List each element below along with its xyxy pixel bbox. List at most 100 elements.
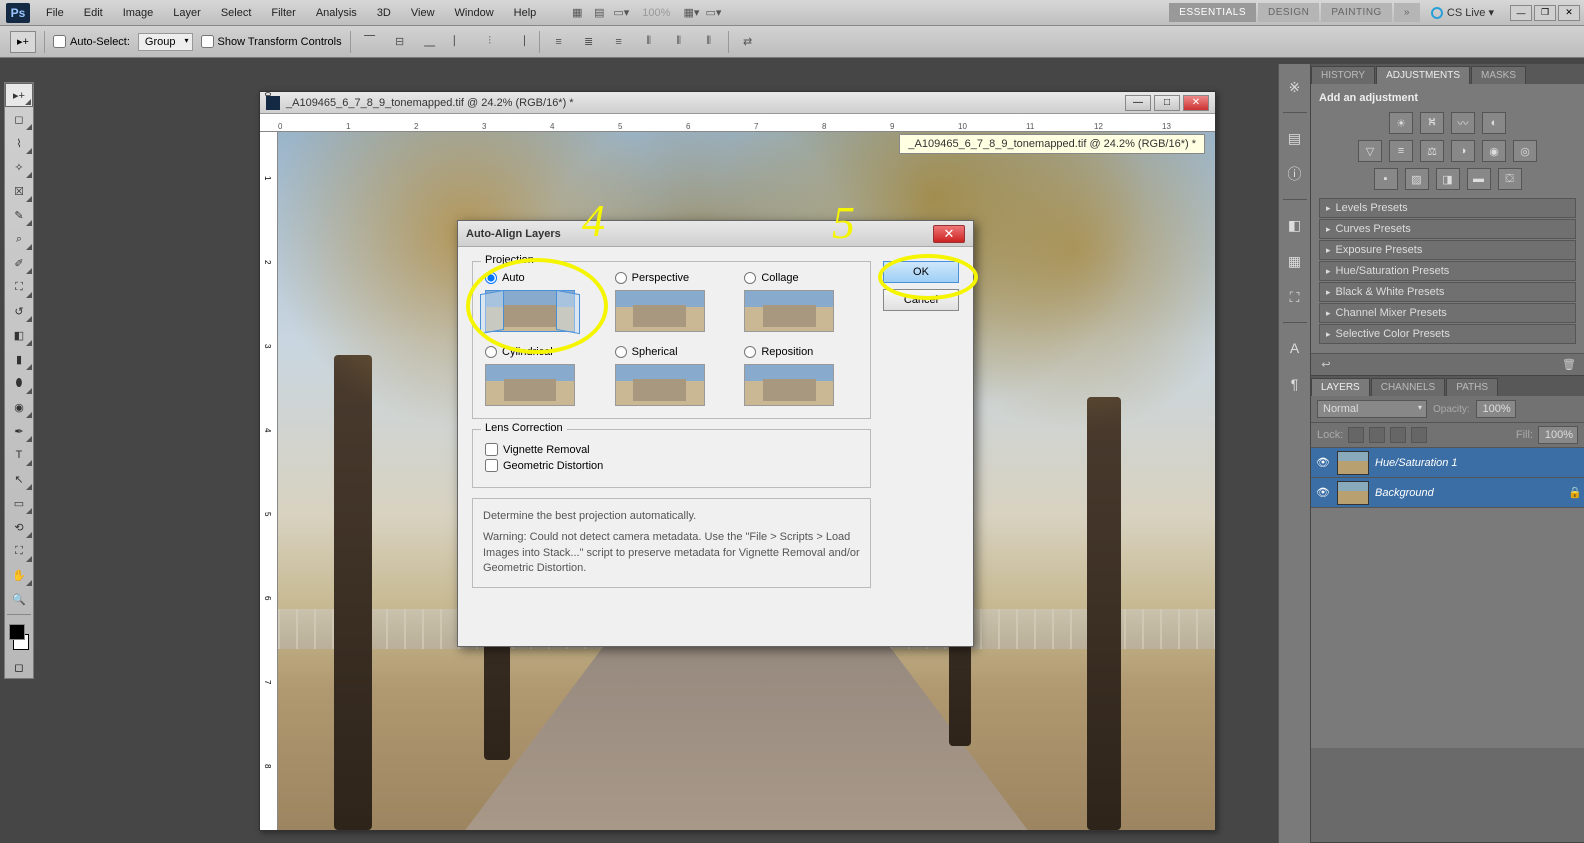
levels-icon[interactable]: ⛕: [1420, 112, 1444, 134]
launch-minibridge-icon[interactable]: ▤: [588, 3, 610, 23]
projection-collage-option[interactable]: Collage: [744, 272, 858, 332]
lock-pixels-icon[interactable]: [1369, 427, 1385, 443]
healing-brush-tool[interactable]: ⌕: [5, 227, 33, 251]
vibrance-icon[interactable]: ▽: [1358, 140, 1382, 162]
cs-live-button[interactable]: CS Live ▾: [1421, 6, 1504, 19]
distribute-vcenter-icon[interactable]: ≣: [578, 32, 600, 52]
vignette-removal-checkbox[interactable]: Vignette Removal: [485, 443, 858, 456]
tab-history[interactable]: HISTORY: [1311, 66, 1375, 84]
screen-mode-icon[interactable]: ▭▾: [702, 3, 724, 23]
visibility-icon[interactable]: 👁: [1315, 456, 1331, 469]
hue-saturation-icon[interactable]: ≡: [1389, 140, 1413, 162]
visibility-icon[interactable]: 👁: [1315, 486, 1331, 499]
workspace-more[interactable]: »: [1394, 3, 1420, 22]
fill-input[interactable]: 100%: [1538, 426, 1578, 444]
show-transform-checkbox[interactable]: Show Transform Controls: [201, 35, 342, 48]
3d-rotate-tool[interactable]: ⟲: [5, 515, 33, 539]
tab-paths[interactable]: PATHS: [1446, 378, 1498, 396]
menu-3d[interactable]: 3D: [367, 3, 401, 23]
projection-perspective-option[interactable]: Perspective: [615, 272, 729, 332]
tab-layers[interactable]: LAYERS: [1311, 378, 1370, 396]
dodge-tool[interactable]: ◉: [5, 395, 33, 419]
preset-black-&-white-presets[interactable]: Black & White Presets: [1319, 282, 1576, 302]
brush-tool[interactable]: ✐: [5, 251, 33, 275]
distribute-right-icon[interactable]: ⦀: [698, 32, 720, 52]
marquee-tool[interactable]: ◻: [5, 107, 33, 131]
photo-filter-icon[interactable]: ◉: [1482, 140, 1506, 162]
lock-transparency-icon[interactable]: [1348, 427, 1364, 443]
doc-minimize-icon[interactable]: —: [1125, 95, 1151, 111]
launch-bridge-icon[interactable]: ▦: [566, 3, 588, 23]
brightness-contrast-icon[interactable]: ☀: [1389, 112, 1413, 134]
paragraph-panel-icon[interactable]: ¶: [1284, 373, 1306, 395]
preset-selective-color-presets[interactable]: Selective Color Presets: [1319, 324, 1576, 344]
layer-row[interactable]: 👁Background🔒: [1311, 478, 1584, 508]
quick-mask-toggle[interactable]: ◻: [5, 656, 33, 678]
projection-reposition-option[interactable]: Reposition: [744, 346, 858, 406]
gradient-tool[interactable]: ▮: [5, 347, 33, 371]
auto-align-icon[interactable]: ⇄: [737, 32, 759, 52]
zoom-level[interactable]: 100%: [642, 7, 670, 19]
projection-cylindrical-option[interactable]: Cylindrical: [485, 346, 599, 406]
dialog-close-icon[interactable]: ✕: [933, 225, 965, 243]
type-tool[interactable]: T: [5, 443, 33, 467]
tab-channels[interactable]: CHANNELS: [1371, 378, 1445, 396]
zoom-tool[interactable]: 🔍: [5, 587, 33, 611]
distribute-hcenter-icon[interactable]: ⦀: [668, 32, 690, 52]
posterize-icon[interactable]: ▨: [1405, 168, 1429, 190]
window-restore-icon[interactable]: ❐: [1534, 5, 1556, 21]
menu-layer[interactable]: Layer: [163, 3, 211, 23]
eraser-tool[interactable]: ◧: [5, 323, 33, 347]
menu-window[interactable]: Window: [445, 3, 504, 23]
distribute-top-icon[interactable]: ≡: [548, 32, 570, 52]
arrange-documents-icon[interactable]: ▦▾: [680, 3, 702, 23]
document-titlebar[interactable]: _A109465_6_7_8_9_tonemapped.tif @ 24.2% …: [260, 92, 1215, 114]
align-vcenter-icon[interactable]: ⊟: [389, 32, 411, 52]
swatches-panel-icon[interactable]: ▦: [1284, 250, 1306, 272]
clone-stamp-tool[interactable]: ⛶: [5, 275, 33, 299]
gradient-map-icon[interactable]: ▬: [1467, 168, 1491, 190]
minibridge-panel-icon[interactable]: ※: [1284, 76, 1306, 98]
crop-tool[interactable]: ☒: [5, 179, 33, 203]
menu-image[interactable]: Image: [113, 3, 164, 23]
vertical-ruler[interactable]: 012345678: [260, 132, 278, 830]
selective-color-icon[interactable]: ⛋: [1498, 168, 1522, 190]
align-left-icon[interactable]: ⎸: [449, 32, 471, 52]
menu-file[interactable]: File: [36, 3, 74, 23]
menu-select[interactable]: Select: [211, 3, 262, 23]
menu-analysis[interactable]: Analysis: [306, 3, 367, 23]
lock-position-icon[interactable]: [1390, 427, 1406, 443]
adjustments-trash-icon[interactable]: 🗑: [1560, 357, 1578, 373]
info-panel-icon[interactable]: ⓘ: [1284, 163, 1306, 185]
eyedropper-tool[interactable]: ✎: [5, 203, 33, 227]
align-right-icon[interactable]: ⎹: [509, 32, 531, 52]
pen-tool[interactable]: ✒: [5, 419, 33, 443]
window-close-icon[interactable]: ✕: [1558, 5, 1580, 21]
preset-hue/saturation-presets[interactable]: Hue/Saturation Presets: [1319, 261, 1576, 281]
auto-select-target-dropdown[interactable]: Group: [138, 33, 193, 51]
color-swatches[interactable]: [7, 622, 31, 652]
menu-edit[interactable]: Edit: [74, 3, 113, 23]
menu-filter[interactable]: Filter: [261, 3, 305, 23]
projection-auto-option[interactable]: Auto: [485, 272, 599, 332]
color-panel-icon[interactable]: ◧: [1284, 214, 1306, 236]
exposure-icon[interactable]: ◐: [1482, 112, 1506, 134]
preset-curves-presets[interactable]: Curves Presets: [1319, 219, 1576, 239]
projection-spherical-option[interactable]: Spherical: [615, 346, 729, 406]
align-top-icon[interactable]: ⎺: [359, 32, 381, 52]
doc-close-icon[interactable]: ✕: [1183, 95, 1209, 111]
lock-all-icon[interactable]: [1411, 427, 1427, 443]
window-minimize-icon[interactable]: —: [1510, 5, 1532, 21]
hand-tool[interactable]: ✋: [5, 563, 33, 587]
channel-mixer-icon[interactable]: ◎: [1513, 140, 1537, 162]
history-brush-tool[interactable]: ↺: [5, 299, 33, 323]
layer-row[interactable]: 👁Hue/Saturation 1: [1311, 448, 1584, 478]
view-extras-icon[interactable]: ▭▾: [610, 3, 632, 23]
geometric-distortion-checkbox[interactable]: Geometric Distortion: [485, 459, 858, 472]
tool-preset-picker[interactable]: ▸+: [10, 31, 36, 53]
dialog-titlebar[interactable]: Auto-Align Layers ✕: [458, 221, 973, 247]
horizontal-ruler[interactable]: 012345678910111213: [260, 114, 1215, 132]
tab-adjustments[interactable]: ADJUSTMENTS: [1376, 66, 1470, 84]
color-balance-icon[interactable]: ⚖: [1420, 140, 1444, 162]
menu-view[interactable]: View: [401, 3, 445, 23]
